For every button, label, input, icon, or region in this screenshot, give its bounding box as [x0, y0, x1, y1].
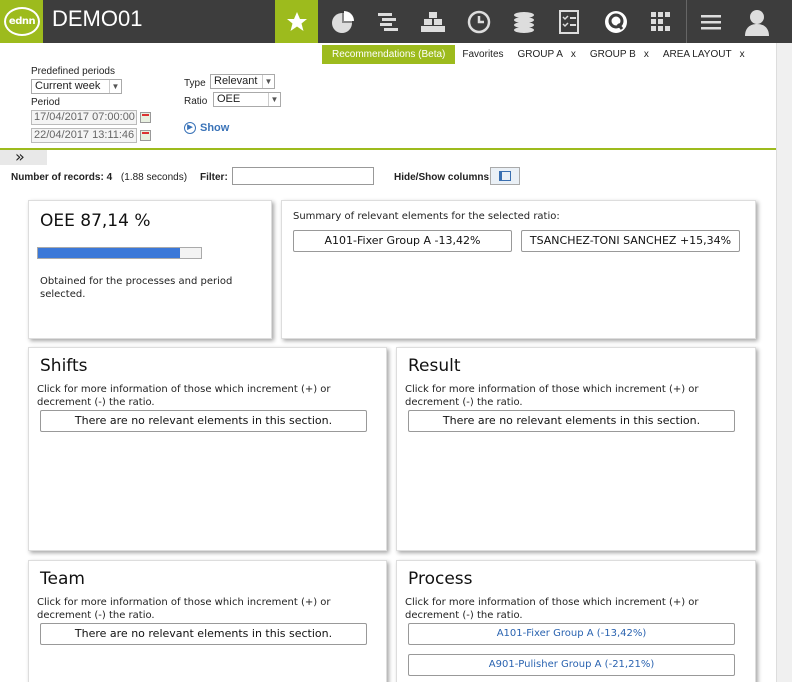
star-icon[interactable]: [275, 0, 318, 43]
double-chevron-right-icon: »: [15, 147, 25, 166]
ratio-label: Ratio: [184, 96, 208, 107]
summary-item[interactable]: A101-Fixer Group A -13,42%: [293, 230, 512, 252]
chevron-down-icon: ▼: [268, 93, 280, 106]
chevron-down-icon: ▼: [109, 80, 121, 93]
oee-title: OEE 87,14 %: [40, 211, 151, 231]
filter-label: Filter:: [200, 172, 228, 183]
section-description: Click for more information of those whic…: [37, 384, 331, 408]
process-panel: Process Click for more information of th…: [396, 560, 756, 682]
process-item-link[interactable]: A901-Pulisher Group A (-21,21%): [408, 654, 735, 676]
select-value: Current week: [35, 80, 101, 92]
oee-description: Obtained for the processes and period se…: [40, 276, 233, 300]
logo-text: ednn: [4, 7, 40, 36]
records-time: (1.88 seconds): [120, 172, 188, 183]
select-value: OEE: [217, 93, 241, 105]
oee-progress-bar: [37, 247, 202, 259]
grid-icon[interactable]: [639, 0, 682, 43]
type-select[interactable]: Relevant ▼: [210, 74, 275, 89]
section-title: Process: [408, 569, 473, 589]
user-icon[interactable]: [735, 0, 778, 43]
calendar-icon[interactable]: [140, 130, 151, 141]
ratio-select[interactable]: OEE ▼: [213, 92, 281, 107]
tab-recommendations[interactable]: Recommendations (Beta): [322, 45, 456, 64]
hide-show-columns-button[interactable]: [490, 167, 520, 185]
tab-area-layout[interactable]: AREA LAYOUT x: [656, 45, 752, 64]
tab-group-b[interactable]: GROUP B x: [583, 45, 656, 64]
section-title: Team: [40, 569, 85, 589]
section-description: Click for more information of those whic…: [405, 597, 699, 621]
result-panel: Result Click for more information of tho…: [396, 347, 756, 551]
empty-message: There are no relevant elements in this s…: [40, 623, 367, 645]
menu-icon[interactable]: [689, 0, 732, 43]
app-title: DEMO01: [52, 6, 143, 31]
section-title: Shifts: [40, 356, 88, 376]
tab-close-icon[interactable]: x: [644, 49, 649, 60]
clock-icon[interactable]: [457, 0, 500, 43]
show-label: Show: [200, 122, 230, 134]
oee-progress-fill: [38, 248, 181, 258]
gantt-icon[interactable]: [366, 0, 409, 43]
type-label: Type: [184, 78, 206, 89]
records-count: Number of records: 4 (1.88 seconds): [11, 172, 187, 183]
divider: [0, 148, 776, 150]
expand-panel-button[interactable]: »: [0, 147, 47, 166]
play-circle-icon: ▶: [184, 122, 196, 134]
records-value: 4: [106, 172, 113, 183]
empty-message: There are no relevant elements in this s…: [408, 410, 735, 432]
summary-item[interactable]: TSANCHEZ-TONI SANCHEZ +15,34%: [521, 230, 740, 252]
top-bar: ednn DEMO01: [0, 0, 792, 43]
summary-heading: Summary of relevant elements for the sel…: [293, 211, 560, 222]
coins-icon[interactable]: [502, 0, 545, 43]
tab-label: GROUP B: [589, 49, 636, 60]
q-logo-icon[interactable]: [594, 0, 637, 43]
team-panel: Team Click for more information of those…: [28, 560, 387, 682]
shifts-panel: Shifts Click for more information of tho…: [28, 347, 387, 551]
vertical-scrollbar[interactable]: [776, 43, 792, 682]
oee-panel: OEE 87,14 % Obtained for the processes a…: [28, 200, 272, 339]
section-description: Click for more information of those whic…: [405, 384, 699, 408]
checklist-icon[interactable]: [547, 0, 590, 43]
stacked-boxes-icon[interactable]: [411, 0, 454, 43]
period-start-field[interactable]: 17/04/2017 07:00:00: [31, 110, 137, 125]
records-label: Number of records:: [11, 172, 104, 183]
calendar-icon[interactable]: [140, 112, 151, 123]
tab-bar: Recommendations (Beta) Favorites GROUP A…: [322, 45, 752, 64]
section-title: Result: [408, 356, 461, 376]
tab-label: Favorites: [462, 49, 504, 60]
columns-icon: [499, 171, 511, 181]
nav-divider: [686, 0, 687, 43]
tab-label: GROUP A: [517, 49, 563, 60]
tab-group-a[interactable]: GROUP A x: [511, 45, 583, 64]
tab-close-icon[interactable]: x: [571, 49, 576, 60]
tab-favorites[interactable]: Favorites: [455, 45, 510, 64]
empty-message: There are no relevant elements in this s…: [40, 410, 367, 432]
tab-label: Recommendations (Beta): [332, 49, 446, 60]
filter-input[interactable]: [232, 167, 374, 185]
process-item-link[interactable]: A101-Fixer Group A (-13,42%): [408, 623, 735, 645]
period-label: Period: [31, 97, 60, 108]
show-button[interactable]: ▶ Show: [184, 122, 229, 134]
summary-panel: Summary of relevant elements for the sel…: [281, 200, 756, 339]
hide-show-columns-label: Hide/Show columns:: [394, 172, 493, 183]
predefined-periods-select[interactable]: Current week ▼: [31, 79, 122, 94]
period-end-field[interactable]: 22/04/2017 13:11:46: [31, 128, 137, 143]
chevron-down-icon: ▼: [262, 75, 274, 88]
section-description: Click for more information of those whic…: [37, 597, 331, 621]
predefined-periods-label: Predefined periods: [31, 66, 115, 77]
tab-close-icon[interactable]: x: [740, 49, 745, 60]
select-value: Relevant: [214, 75, 258, 87]
pie-chart-icon[interactable]: [320, 0, 363, 43]
logo[interactable]: ednn: [0, 0, 43, 43]
tab-label: AREA LAYOUT: [662, 49, 732, 60]
